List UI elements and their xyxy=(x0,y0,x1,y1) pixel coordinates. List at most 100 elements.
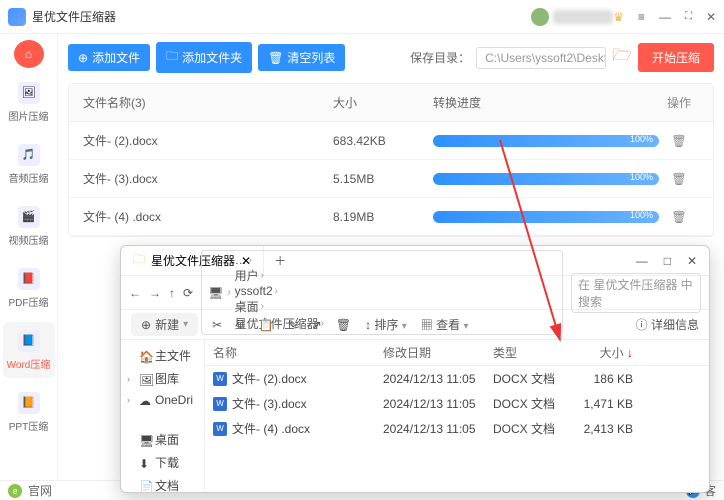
add-file-label: 添加文件 xyxy=(92,49,140,66)
side-label: OneDri xyxy=(155,393,193,407)
add-folder-label: 添加文件夹 xyxy=(182,49,242,66)
sidebar-item-image[interactable]: 🖼 图片压缩 xyxy=(3,74,55,130)
ex-minimize-icon[interactable]: — xyxy=(636,254,648,268)
sidebar-item-word[interactable]: 📘 Word压缩 xyxy=(3,322,55,378)
menu-icon[interactable]: ≡ xyxy=(638,10,645,24)
progress-pct: 100% xyxy=(630,172,653,182)
ex-col-size[interactable]: 大小 ↓ xyxy=(563,344,633,361)
rename-icon[interactable]: ✎ xyxy=(288,318,298,332)
cell-size: 5.15MB xyxy=(333,172,433,186)
row-delete-icon[interactable]: 🗑 xyxy=(659,210,699,224)
cut-icon[interactable]: ✂ xyxy=(212,318,222,332)
explorer-row[interactable]: W文件- (4) .docx2024/12/13 11:05DOCX 文档2,4… xyxy=(205,416,709,441)
ex-cell-name: W文件- (4) .docx xyxy=(213,420,383,437)
explorer-side-item[interactable]: ⬇下载 xyxy=(123,451,202,474)
sidebar-item-audio[interactable]: 🎵 音频压缩 xyxy=(3,136,55,192)
explorer-side-item[interactable]: ›☁OneDri xyxy=(123,390,202,410)
audio-icon: 🎵 xyxy=(18,144,40,166)
sort-button[interactable]: ↕ 排序 ▾ xyxy=(365,316,407,333)
start-compress-button[interactable]: 开始压缩 xyxy=(638,43,714,72)
table-row[interactable]: 文件- (3).docx5.15MB100%🗑 xyxy=(69,160,713,198)
paste-icon[interactable]: 📋 xyxy=(259,318,274,332)
breadcrumb-seg[interactable]: yssoft2› xyxy=(235,284,324,298)
delete-icon[interactable]: 🗑 xyxy=(336,318,351,332)
breadcrumb-seg[interactable]: 用户› xyxy=(235,267,324,284)
minimize-icon[interactable]: — xyxy=(659,10,671,24)
row-delete-icon[interactable]: 🗑 xyxy=(659,134,699,148)
clear-label: 清空列表 xyxy=(287,49,335,66)
explorer-search[interactable]: 在 星优文件压缩器 中搜索 xyxy=(571,273,701,313)
ex-cell-date: 2024/12/13 11:05 xyxy=(383,397,493,411)
ex-maximize-icon[interactable]: □ xyxy=(664,254,671,268)
sidebar: ⌂ 🖼 图片压缩 🎵 音频压缩 🎬 视频压缩 📕 PDF压缩 📘 Word压缩 … xyxy=(0,34,58,480)
sort-icon: ↕ xyxy=(365,318,371,332)
close-icon[interactable]: ✕ xyxy=(706,10,716,24)
explorer-side-item[interactable]: 📄文档 xyxy=(123,474,202,492)
save-dir-path[interactable]: C:\Users\yssoft2\Desktop\ xyxy=(476,47,606,69)
video-icon: 🎬 xyxy=(18,206,40,228)
ex-col-date[interactable]: 修改日期 xyxy=(383,344,493,361)
explorer-side-item[interactable]: 🖥 桌面 xyxy=(123,428,202,451)
nav-refresh-icon[interactable]: ⟳ xyxy=(183,286,193,300)
site-icon[interactable]: e xyxy=(8,484,22,498)
maximize-icon[interactable]: ⛶ xyxy=(685,11,692,22)
side-icon: 📄 xyxy=(139,480,151,492)
clear-list-button[interactable]: 🗑清空列表 xyxy=(258,44,345,71)
progress-bar: 100% xyxy=(433,135,659,147)
new-button[interactable]: ⊕新建▾ xyxy=(131,313,198,336)
vip-icon[interactable]: ♛ xyxy=(613,10,624,24)
view-button[interactable]: ▦ 查看 ▾ xyxy=(421,316,469,333)
side-icon: 🖥 xyxy=(139,434,151,446)
pc-icon: 🖥 xyxy=(208,286,223,300)
ex-cell-size: 1,471 KB xyxy=(563,397,633,411)
explorer-window: 🗀 星优文件压缩器 ✕ ＋ — □ ✕ ← → ↑ ⟳ 🖥› …›用户›ysso… xyxy=(120,245,710,493)
explorer-address-bar: ← → ↑ ⟳ 🖥› …›用户›yssoft2›桌面›星优文件压缩器› 在 星优… xyxy=(121,276,709,310)
explorer-row[interactable]: W文件- (3).docx2024/12/13 11:05DOCX 文档1,47… xyxy=(205,391,709,416)
sidebar-item-label: 视频压缩 xyxy=(9,232,49,247)
chevron-down-icon: ▾ xyxy=(183,319,188,330)
table-row[interactable]: 文件- (4) .docx8.19MB100%🗑 xyxy=(69,198,713,236)
folder-plus-icon: 🗀 xyxy=(166,47,178,68)
side-icon: 🖼 xyxy=(139,373,151,385)
caret-icon: › xyxy=(127,374,135,384)
side-icon: 🏠 xyxy=(139,350,151,362)
site-label[interactable]: 官网 xyxy=(28,482,52,499)
details-button[interactable]: ⓘ 详细信息 xyxy=(636,316,699,333)
add-folder-button[interactable]: 🗀添加文件夹 xyxy=(156,42,252,73)
explorer-side-item[interactable]: ›🖼图库 xyxy=(123,367,202,390)
breadcrumb-seg[interactable]: …› xyxy=(235,253,324,267)
sidebar-item-video[interactable]: 🎬 视频压缩 xyxy=(3,198,55,254)
explorer-row[interactable]: W文件- (2).docx2024/12/13 11:05DOCX 文档186 … xyxy=(205,366,709,391)
open-folder-icon[interactable]: 🗁 xyxy=(612,44,632,71)
explorer-side-item[interactable] xyxy=(123,410,202,428)
nav-forward-icon[interactable]: → xyxy=(149,286,161,300)
explorer-sidebar: 🏠主文件›🖼图库›☁OneDri🖥桌面⬇下载📄文档🖼图片 xyxy=(121,340,205,492)
docx-icon: W xyxy=(213,397,227,411)
image-icon: 🖼 xyxy=(18,82,40,104)
side-label: 主文件 xyxy=(155,347,191,364)
titlebar: 星优文件压缩器 ♛ ≡ — ⛶ ✕ xyxy=(0,0,724,34)
sidebar-home[interactable]: ⌂ xyxy=(14,40,44,68)
word-icon: 📘 xyxy=(18,330,40,352)
nav-up-icon[interactable]: ↑ xyxy=(169,286,175,300)
sidebar-item-ppt[interactable]: 📙 PPT压缩 xyxy=(3,384,55,440)
ex-cell-type: DOCX 文档 xyxy=(493,370,563,387)
username-blur xyxy=(553,10,613,24)
sidebar-item-label: 图片压缩 xyxy=(9,108,49,123)
ex-col-type[interactable]: 类型 xyxy=(493,344,563,361)
ex-col-name[interactable]: 名称 xyxy=(213,344,383,361)
copy-icon[interactable]: ⧉ xyxy=(236,317,245,332)
avatar[interactable] xyxy=(531,8,549,26)
nav-back-icon[interactable]: ← xyxy=(129,286,141,300)
table-row[interactable]: 文件- (2).docx683.42KB100%🗑 xyxy=(69,122,713,160)
pdf-icon: 📕 xyxy=(18,268,40,290)
explorer-side-item[interactable]: 🏠 主文件 xyxy=(123,344,202,367)
side-label: 桌面 xyxy=(155,431,179,448)
ex-cell-date: 2024/12/13 11:05 xyxy=(383,422,493,436)
share-icon[interactable]: ↗ xyxy=(312,318,322,332)
row-delete-icon[interactable]: 🗑 xyxy=(659,172,699,186)
side-icon: ⬇ xyxy=(139,457,151,469)
sidebar-item-pdf[interactable]: 📕 PDF压缩 xyxy=(3,260,55,316)
add-file-button[interactable]: ⊕添加文件 xyxy=(68,44,150,71)
ex-close-icon[interactable]: ✕ xyxy=(687,254,697,268)
